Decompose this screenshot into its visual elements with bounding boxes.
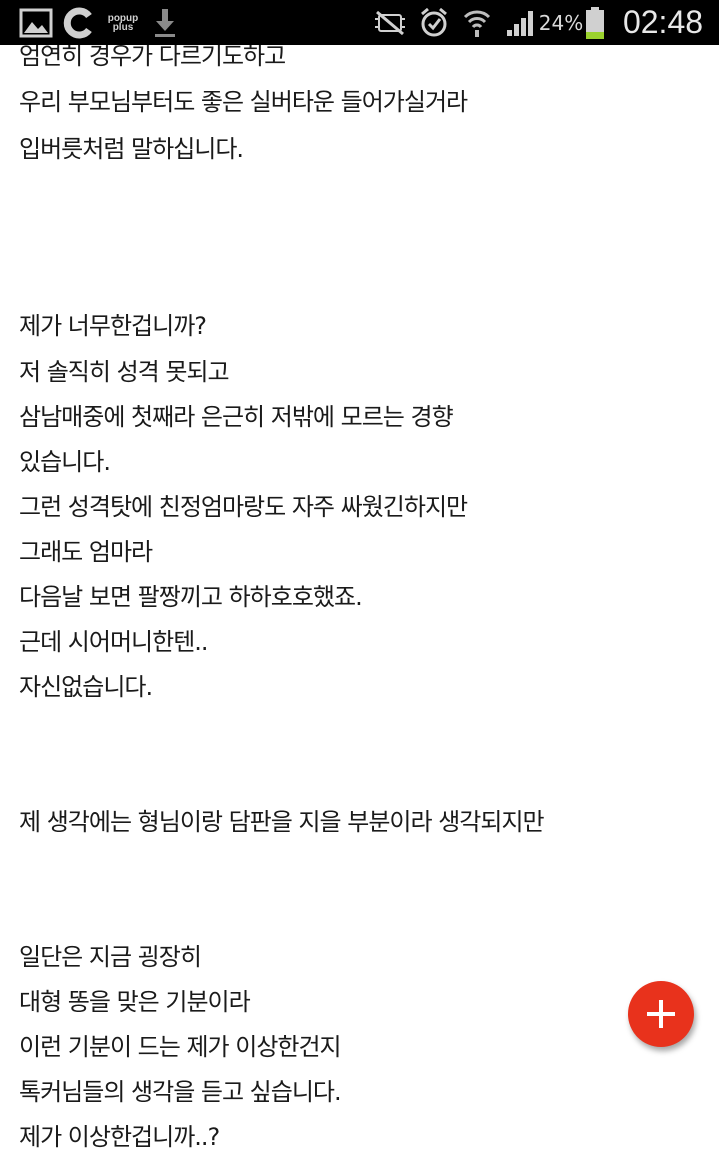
post-line: 삼남매중에 첫째라 은근히 저밖에 모르는 경향 xyxy=(19,403,454,431)
post-line: 다음날 보면 팔짱끼고 하하호호했죠. xyxy=(19,583,363,611)
alarm-icon xyxy=(418,0,450,45)
post-line: 일단은 지금 굉장히 xyxy=(19,943,202,971)
battery-icon xyxy=(584,0,606,45)
plus-icon xyxy=(647,1000,675,1028)
mute-icon xyxy=(372,0,408,45)
post-line: 제가 이상한겁니까..? xyxy=(19,1123,220,1151)
post-line: 이런 기분이 드는 제가 이상한건지 xyxy=(19,1033,342,1061)
battery-percent: 24% xyxy=(538,10,584,35)
battery-level-fill xyxy=(586,31,604,39)
wifi-icon xyxy=(460,0,494,45)
status-bar: popup plus 24% 02:48 xyxy=(0,0,719,45)
gallery-icon xyxy=(18,0,54,45)
post-line: 저 솔직히 성격 못되고 xyxy=(19,358,230,386)
post-line: 자신없습니다. xyxy=(19,673,153,701)
c-app-icon xyxy=(62,0,96,45)
post-line: 제가 너무한겁니까? xyxy=(19,312,207,340)
post-body: 엄연히 경우가 다르기도하고 우리 부모님부터도 좋은 실버타운 들어가실거라 … xyxy=(0,0,719,1152)
signal-icon xyxy=(504,0,538,45)
plus-label: plus xyxy=(112,21,134,33)
post-line: 우리 부모님부터도 좋은 실버타운 들어가실거라 xyxy=(19,88,468,116)
post-line: 그래도 엄마라 xyxy=(19,538,153,566)
add-button[interactable] xyxy=(628,981,694,1047)
clock-time: 02:48 xyxy=(622,4,704,40)
post-line: 근데 시어머니한텐.. xyxy=(19,628,209,656)
post-line: 제 생각에는 형님이랑 담판을 지을 부분이라 생각되지만 xyxy=(19,808,545,836)
post-line: 있습니다. xyxy=(19,448,111,476)
screen: popup plus 24% 02:48 엄연히 경우가 다르기도하고 우리 부… xyxy=(0,0,719,1152)
post-line: 톡커님들의 생각을 듣고 싶습니다. xyxy=(19,1078,342,1106)
post-line: 대형 똥을 맞은 기분이라 xyxy=(19,988,251,1016)
popup-plus-icon: popup plus xyxy=(104,0,142,45)
post-line: 입버릇처럼 말하십니다. xyxy=(19,135,244,163)
download-icon xyxy=(150,0,180,45)
post-line: 그런 성격탓에 친정엄마랑도 자주 싸웠긴하지만 xyxy=(19,493,468,521)
